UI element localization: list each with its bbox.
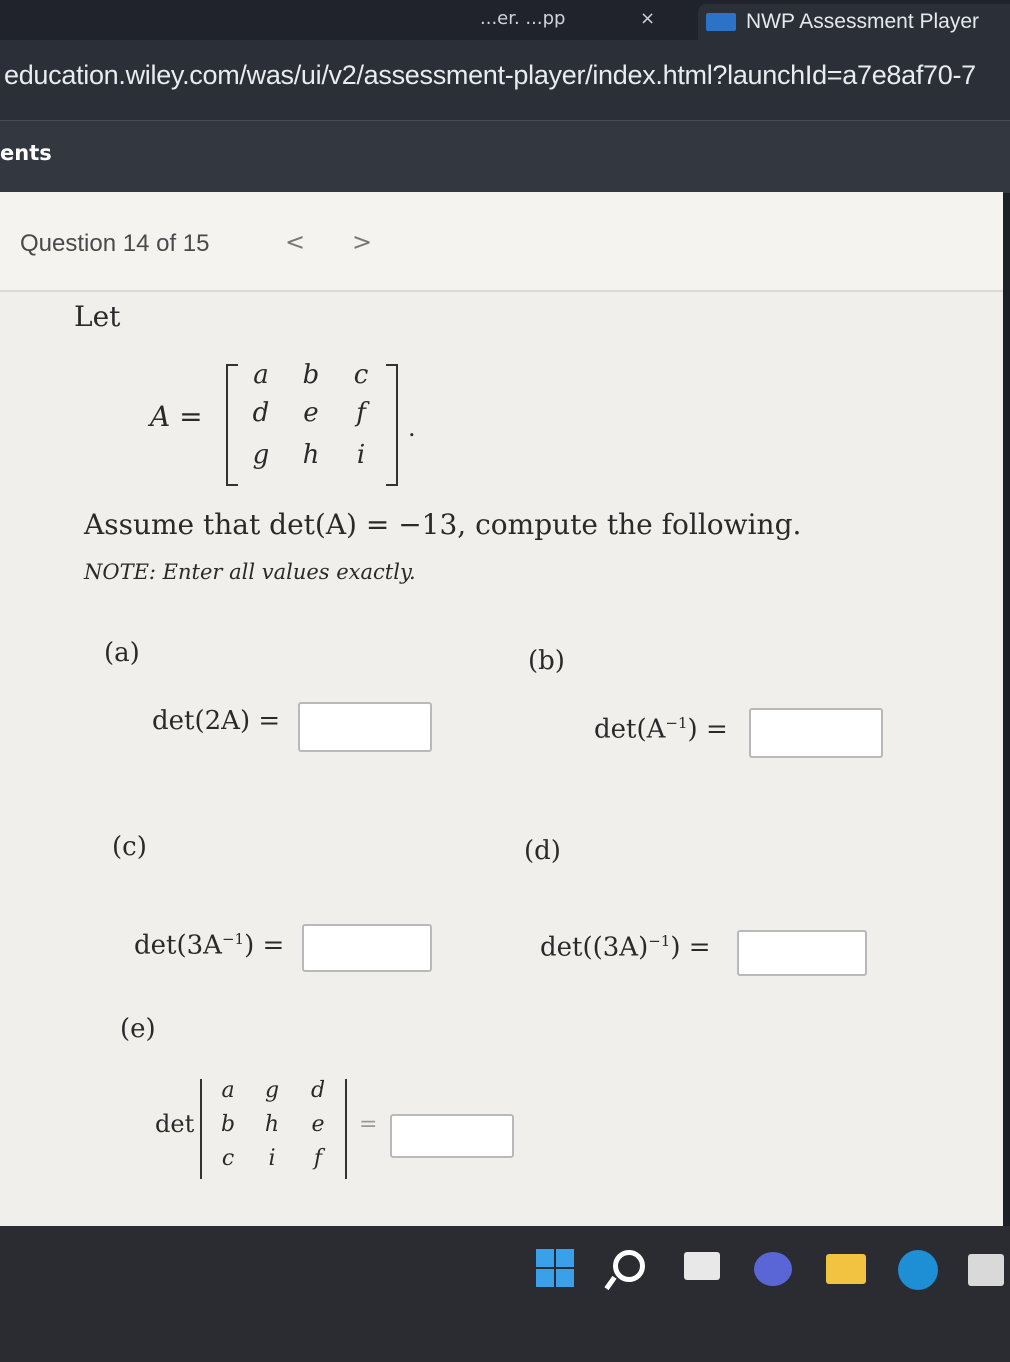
file-explorer-icon[interactable]: [826, 1254, 866, 1284]
tab-favicon-icon: [706, 13, 736, 31]
matrix-cell: f: [356, 398, 366, 428]
det-label: det: [155, 1110, 195, 1138]
part-c-expression: det(3A−1) =: [134, 930, 285, 961]
matrix-cell: a: [253, 360, 269, 390]
left-bracket: [226, 364, 238, 486]
part-a-label: (a): [104, 638, 140, 668]
taskbar: [0, 1226, 1010, 1362]
task-view-icon[interactable]: [684, 1252, 720, 1280]
let-text: Let: [74, 300, 121, 333]
question-header: Question 14 of 15 < >: [0, 192, 1003, 292]
det-cell: d: [310, 1078, 326, 1103]
bookmark-item[interactable]: ents: [0, 141, 52, 165]
store-icon[interactable]: [968, 1254, 1004, 1286]
part-a-answer-input[interactable]: [298, 702, 432, 752]
matrix-cell: h: [302, 440, 320, 470]
next-question-button[interactable]: >: [352, 228, 372, 256]
det-left-bar: [200, 1079, 202, 1179]
part-a-expression: det(2A) =: [152, 706, 281, 736]
search-icon[interactable]: [613, 1250, 645, 1282]
det-cell: h: [264, 1112, 280, 1137]
det-equals: =: [359, 1112, 378, 1137]
right-bracket: [386, 364, 398, 486]
matrix-cell: i: [356, 440, 366, 470]
bookmarks-bar: ents: [0, 120, 1010, 193]
tab-close-icon[interactable]: ×: [640, 8, 655, 29]
matrix-cell: d: [252, 398, 270, 428]
meet-chat-icon[interactable]: [754, 1252, 792, 1286]
active-tab[interactable]: NWP Assessment Player: [698, 4, 1010, 40]
windows-start-icon[interactable]: [536, 1249, 574, 1287]
det-right-bar: [345, 1079, 347, 1179]
det-cell: g: [264, 1078, 280, 1103]
matrix-cell: b: [302, 360, 320, 390]
edge-browser-icon[interactable]: [898, 1250, 938, 1290]
det-cell: b: [220, 1112, 236, 1137]
part-b-label: (b): [528, 646, 565, 676]
matrix-cell: e: [303, 398, 319, 428]
part-b-answer-input[interactable]: [749, 708, 883, 758]
address-bar[interactable]: education.wiley.com/was/ui/v2/assessment…: [0, 40, 1010, 120]
url-text[interactable]: education.wiley.com/was/ui/v2/assessment…: [4, 60, 976, 91]
browser-tab-bar: ...er. ...pp × NWP Assessment Player: [0, 0, 1010, 40]
assessment-page: Question 14 of 15 < > Let A = a b c d e …: [0, 192, 1003, 1226]
det-cell: a: [221, 1078, 235, 1103]
search-icon-handle: [604, 1275, 617, 1291]
part-d-label: (d): [524, 836, 561, 866]
det-cell: c: [221, 1146, 235, 1171]
matrix-a: A = a b c d e f g h i .: [150, 360, 440, 486]
question-body: Let A = a b c d e f g h i . Assume that …: [0, 292, 1003, 1226]
part-c-answer-input[interactable]: [302, 924, 432, 972]
det-cell: f: [313, 1146, 323, 1171]
active-tab-title: NWP Assessment Player: [746, 10, 980, 33]
det-cell: e: [311, 1112, 325, 1137]
part-c-label: (c): [112, 832, 147, 862]
assumption-text: Assume that det(A) = −13, compute the fo…: [84, 508, 802, 541]
part-e-answer-input[interactable]: [390, 1114, 514, 1158]
matrix-label: A =: [150, 400, 203, 433]
det-cell: i: [268, 1146, 276, 1171]
matrix-period: .: [408, 414, 416, 442]
question-counter: Question 14 of 15: [20, 230, 210, 257]
part-b-expression: det(A−1) =: [594, 714, 728, 745]
part-d-expression: det((3A)−1) =: [540, 932, 711, 963]
part-d-answer-input[interactable]: [737, 930, 867, 976]
inactive-tab-fragment[interactable]: ...er. ...pp: [480, 8, 565, 29]
matrix-cell: c: [353, 360, 369, 390]
matrix-cell: g: [252, 440, 270, 470]
part-e-determinant: det a g d b h e c i f =: [155, 1074, 395, 1184]
note-text: NOTE: Enter all values exactly.: [84, 560, 416, 584]
prev-question-button[interactable]: <: [285, 228, 305, 256]
part-e-label: (e): [120, 1014, 156, 1044]
